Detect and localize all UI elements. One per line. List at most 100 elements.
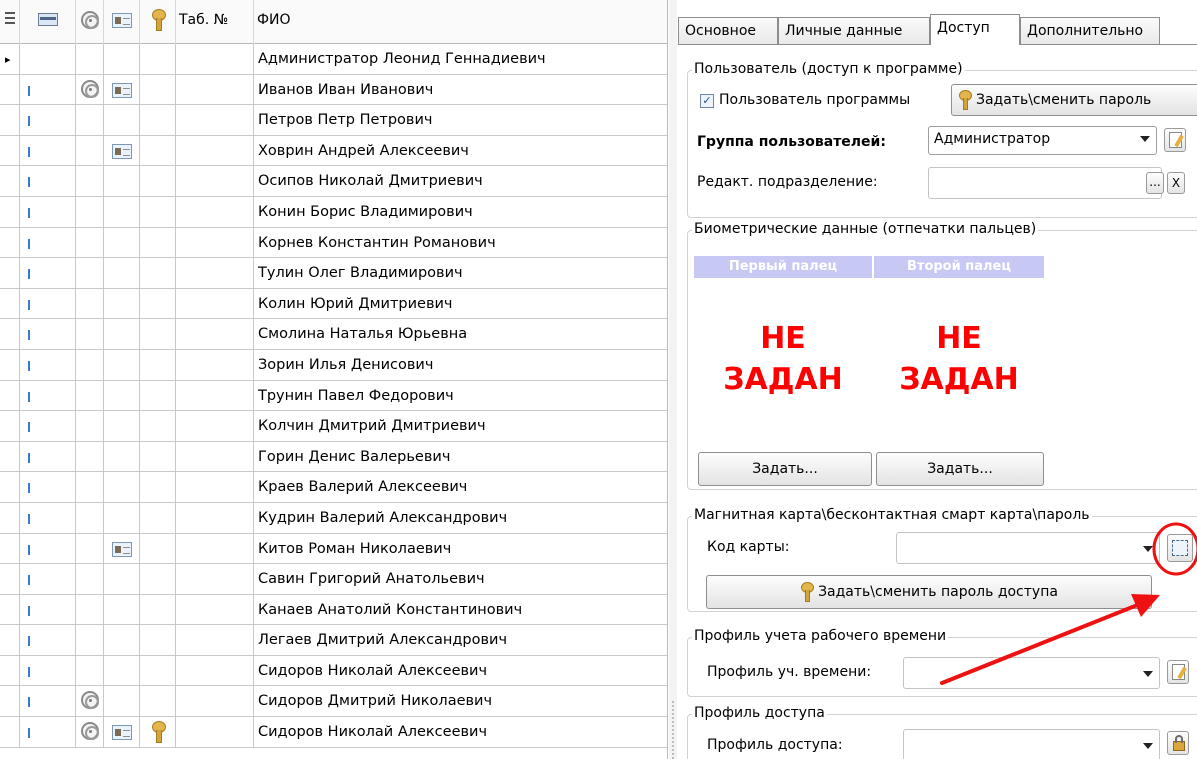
grid-cell[interactable] [104,411,140,441]
grid-cell[interactable] [76,625,104,655]
grid-cell[interactable] [0,564,20,594]
grid-cell[interactable] [104,441,140,472]
set-second-finger-button[interactable]: Задать... [876,452,1044,486]
grid-cell[interactable] [0,655,20,686]
tab-personal-data[interactable]: Личные данные [778,17,930,44]
column-fingerprint-header[interactable] [76,0,104,44]
program-user-checkbox[interactable]: ✓ [700,94,714,108]
access-profile-lock-button[interactable] [1167,731,1189,755]
grid-cell[interactable] [140,227,176,258]
grid-cell[interactable] [176,227,254,258]
grid-cell[interactable] [176,196,254,227]
grid-cell[interactable] [140,105,176,135]
grid-cell[interactable] [140,135,176,166]
grid-cell[interactable] [104,349,140,380]
grid-cell[interactable] [76,441,104,472]
grid-cell[interactable] [0,472,20,502]
grid-cell[interactable] [176,319,254,349]
grid-cell[interactable] [104,625,140,655]
grid-cell[interactable] [176,135,254,166]
grid-cell[interactable] [140,533,176,564]
grid-cell[interactable] [0,166,20,196]
tab-access[interactable]: Доступ [930,14,1020,45]
grid-cell[interactable] [140,564,176,594]
table-row[interactable]: Колчин Дмитрий Дмитриевич [0,411,667,442]
grid-cell[interactable] [176,655,254,686]
grid-cell[interactable] [104,44,140,74]
grid-cell[interactable] [0,227,20,258]
grid-cell[interactable] [0,686,20,717]
grid-cell[interactable] [0,441,20,472]
access-profile-select[interactable] [903,729,1160,759]
table-row[interactable]: Корнев Константин Романович [0,227,667,259]
grid-cell[interactable] [104,258,140,288]
table-row[interactable]: Канаев Анатолий Константинович [0,594,667,626]
edit-time-profile-button[interactable] [1167,660,1189,684]
grid-cell[interactable] [176,44,254,74]
grid-cell[interactable] [76,411,104,441]
grid-cell[interactable] [176,411,254,441]
grid-cell[interactable] [0,625,20,655]
grid-cell[interactable] [76,44,104,74]
grid-cell[interactable] [76,533,104,564]
tab-main[interactable]: Основное [678,17,778,44]
grid-cell[interactable] [176,564,254,594]
grid-cell[interactable] [0,105,20,135]
grid-cell[interactable] [140,380,176,411]
grid-cell[interactable] [76,227,104,258]
grid-cell[interactable] [76,564,104,594]
grid-cell[interactable] [76,594,104,625]
dept-input[interactable] [928,167,1162,199]
grid-cell[interactable] [140,441,176,472]
splitter-grip[interactable] [671,700,675,759]
grid-cell[interactable] [176,625,254,655]
user-group-select[interactable]: Администратор [928,126,1157,155]
grid-cell[interactable] [0,533,20,564]
table-row[interactable]: Китов Роман Николаевич [0,533,667,565]
column-fio-header[interactable]: ФИО [254,0,667,44]
grid-cell[interactable] [140,319,176,349]
grid-cell[interactable] [0,74,20,105]
grid-cell[interactable] [140,288,176,319]
grid-cell[interactable] [76,105,104,135]
grid-cell[interactable] [104,227,140,258]
table-row[interactable]: Легаев Дмитрий Александрович [0,625,667,656]
table-row[interactable]: Иванов Иван Иванович [0,74,667,106]
grid-cell[interactable] [140,349,176,380]
grid-cell[interactable] [176,166,254,196]
grid-cell[interactable] [140,502,176,533]
table-row[interactable]: Кудрин Валерий Александрович [0,502,667,534]
table-row[interactable]: Сидоров Дмитрий Николаевич [0,686,667,718]
grid-cell[interactable] [0,349,20,380]
grid-cell[interactable] [76,288,104,319]
table-row[interactable]: Колин Юрий Дмитриевич [0,288,667,320]
column-card-header[interactable] [104,0,140,44]
grid-cell[interactable] [176,74,254,105]
table-row[interactable]: Сидоров Николай Алексеевич [0,655,667,687]
grid-cell[interactable] [140,44,176,74]
grid-cell[interactable] [76,196,104,227]
grid-cell[interactable] [104,380,140,411]
grid-cell[interactable] [76,655,104,686]
set-first-finger-button[interactable]: Задать... [698,452,872,486]
grid-cell[interactable] [0,717,20,747]
table-row[interactable]: Тулин Олег Владимирович [0,258,667,289]
table-row[interactable]: Краев Валерий Алексеевич [0,472,667,503]
column-menu-header[interactable] [0,0,20,44]
grid-cell[interactable] [104,319,140,349]
grid-cell[interactable] [176,533,254,564]
grid-cell[interactable] [76,472,104,502]
grid-cell[interactable] [140,258,176,288]
grid-cell[interactable] [176,502,254,533]
grid-cell[interactable] [0,319,20,349]
employee-grid[interactable]: Таб. № ФИО ▸ Администратор Леонид Геннади… [0,0,668,759]
grid-cell[interactable] [104,196,140,227]
table-row[interactable]: Савин Григорий Анатольевич [0,564,667,595]
grid-cell[interactable] [140,655,176,686]
grid-cell[interactable] [0,135,20,166]
table-row[interactable]: Зорин Илья Денисович [0,349,667,381]
grid-cell[interactable] [76,135,104,166]
table-row[interactable]: Петров Петр Петрович [0,105,667,136]
time-profile-select[interactable] [903,657,1160,689]
grid-cell[interactable] [76,502,104,533]
